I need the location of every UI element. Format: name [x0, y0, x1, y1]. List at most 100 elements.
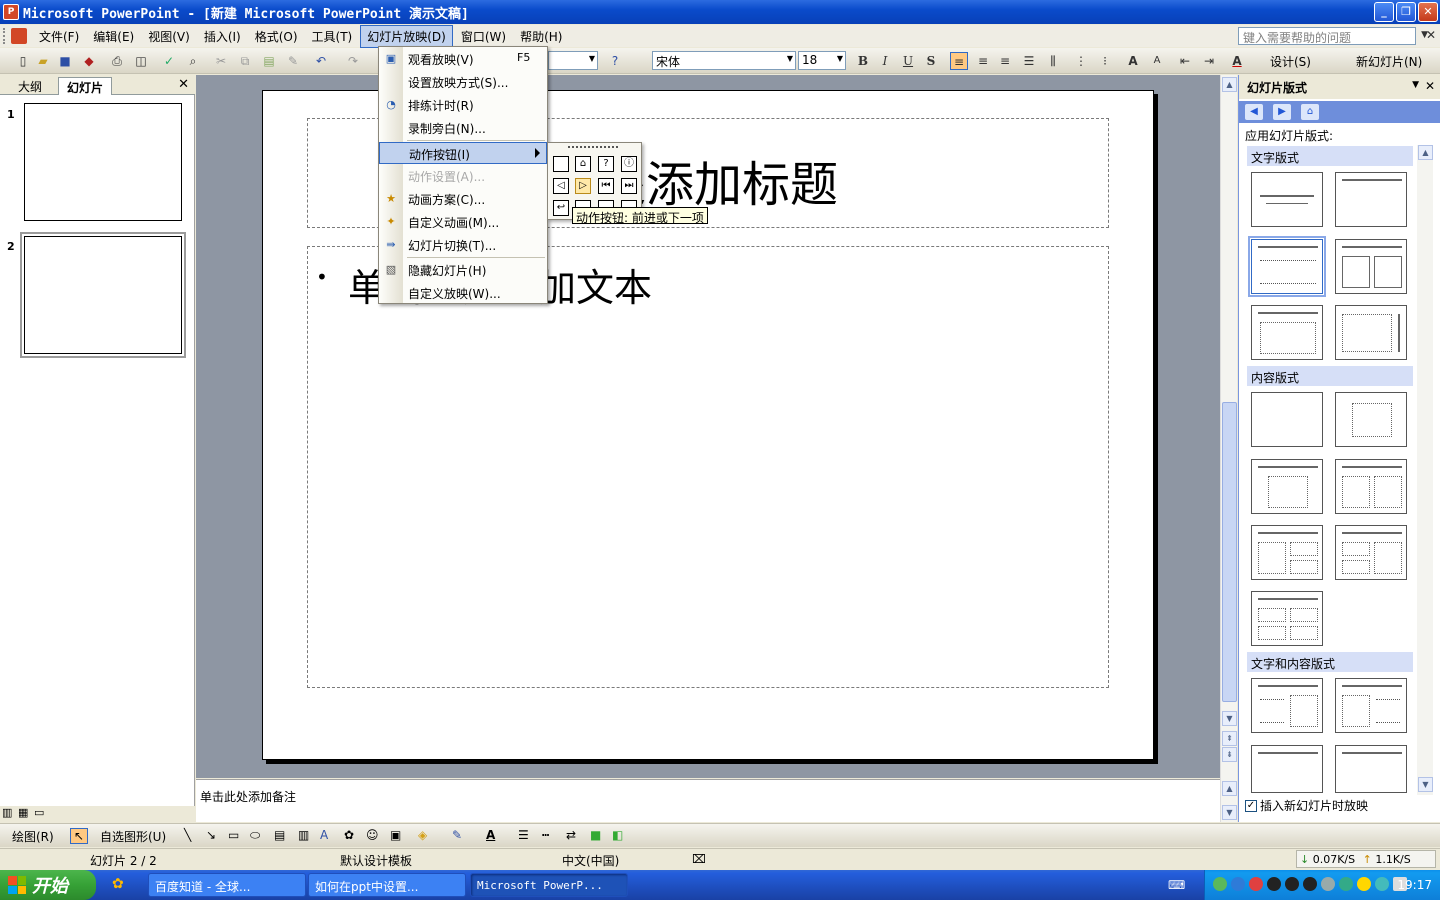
arrow-icon[interactable]: ↘ — [206, 828, 216, 842]
layout-title-only[interactable] — [1335, 172, 1407, 227]
shadow-style-icon[interactable]: ■ — [590, 828, 601, 842]
layout-title-two-content[interactable] — [1335, 459, 1407, 514]
notes-scroll-up-icon[interactable]: ▲ — [1222, 781, 1237, 796]
layout-title-text[interactable] — [1248, 236, 1326, 297]
undo-icon[interactable]: ↶ — [312, 52, 330, 70]
menu-item-hide-slide[interactable]: ▧ 隐藏幻灯片(H) — [379, 259, 547, 280]
menu-view[interactable]: 视图(V) — [142, 26, 196, 47]
layout-two-column-text[interactable] — [1335, 239, 1407, 294]
tab-outline[interactable]: 大纲 — [10, 77, 50, 95]
qq-icon[interactable] — [1285, 877, 1299, 891]
tray-app-icon[interactable] — [1249, 877, 1263, 891]
next-slide-icon[interactable]: ⇟ — [1222, 747, 1237, 762]
layout-title-content-2-content[interactable] — [1251, 525, 1323, 580]
menu-format[interactable]: 格式(O) — [249, 26, 304, 47]
home-icon[interactable]: ⌂ — [1301, 104, 1319, 120]
action-help-icon[interactable]: ? — [598, 156, 614, 172]
minimize-button[interactable]: _ — [1374, 2, 1394, 22]
layout-title-4-content[interactable] — [1251, 591, 1323, 646]
scroll-down-icon[interactable]: ▼ — [1222, 711, 1237, 726]
menu-item-action-settings[interactable]: 动作设置(A)... — [379, 165, 547, 186]
wordart-icon[interactable]: A — [320, 828, 328, 842]
copy-icon[interactable]: ⧉ — [236, 52, 254, 70]
layout-content[interactable] — [1335, 392, 1407, 447]
slide-scrollbar[interactable]: ▲ ▼ ⇞ ⇟ ▲ ▼ — [1220, 75, 1237, 822]
align-left-icon[interactable]: ≡ — [950, 52, 968, 70]
action-back-icon[interactable]: ◁ — [553, 178, 569, 194]
menu-window[interactable]: 窗口(W) — [455, 26, 512, 47]
tray-tool-icon[interactable] — [1321, 877, 1335, 891]
scroll-up-icon[interactable]: ▲ — [1222, 77, 1237, 92]
qq-icon[interactable] — [1267, 877, 1281, 891]
action-custom-icon[interactable] — [553, 156, 569, 172]
draw-menu-button[interactable]: 绘图(R) — [12, 828, 54, 845]
restore-button[interactable]: ❐ — [1396, 2, 1416, 22]
print-preview-icon[interactable]: ◫ — [132, 52, 150, 70]
layout-title-2-content-content[interactable] — [1335, 525, 1407, 580]
help-search-input[interactable]: 键入需要帮助的问题 — [1238, 27, 1416, 45]
qq-icon[interactable] — [1303, 877, 1317, 891]
layout-title-text-content[interactable] — [1251, 678, 1323, 733]
layout-title-slide[interactable] — [1251, 172, 1323, 227]
layout-vertical-title-text[interactable] — [1335, 305, 1407, 360]
italic-button[interactable]: I — [876, 52, 894, 70]
task-pane-menu-icon[interactable]: ▼ — [1412, 80, 1419, 90]
spelling-status-icon[interactable]: ⌧ — [692, 852, 706, 866]
action-end-icon[interactable]: ⏭ — [621, 178, 637, 194]
menu-item-custom-shows[interactable]: 自定义放映(W)... — [379, 282, 547, 303]
layout-vertical-text[interactable] — [1251, 305, 1323, 360]
zoom-combo[interactable]: ▼ — [548, 51, 598, 70]
task-scroll-down-icon[interactable]: ▼ — [1418, 777, 1433, 792]
paste-icon[interactable]: ▤ — [260, 52, 278, 70]
normal-view-icon[interactable]: ▥ — [2, 806, 12, 819]
layout-title-content-text[interactable] — [1335, 678, 1407, 733]
menu-item-action-buttons[interactable]: 动作按钮(I) — [379, 142, 547, 164]
menu-item-rehearse-timings[interactable]: ◔ 排练计时(R) — [379, 94, 547, 115]
help-icon[interactable]: ? — [606, 52, 624, 70]
task-pane-scrollbar[interactable]: ▲ ▼ — [1417, 145, 1433, 795]
open-icon[interactable]: ▰ — [34, 52, 52, 70]
show-on-insert-checkbox[interactable]: ✓ — [1245, 799, 1257, 812]
spelling-icon[interactable]: ✓ — [160, 52, 178, 70]
show-on-insert-option[interactable]: ✓ 插入新幻灯片时放映 — [1245, 797, 1368, 814]
numbering-icon[interactable]: ⋮ — [1072, 52, 1090, 70]
action-information-icon[interactable]: ⓘ — [621, 156, 637, 172]
dash-style-icon[interactable]: ┅ — [542, 828, 549, 842]
layout-title-2-content-text[interactable] — [1335, 745, 1407, 793]
taskbar-item-baidu[interactable]: 百度知道 - 全球... — [148, 873, 306, 897]
taskbar-item-powerpoint[interactable]: Microsoft PowerP... — [470, 873, 628, 897]
menu-grip[interactable] — [3, 28, 7, 44]
bullets-icon[interactable]: ⁝ — [1096, 52, 1114, 70]
menu-item-animation-schemes[interactable]: ★ 动画方案(C)... — [379, 188, 547, 209]
notes-pane[interactable]: 单击此处添加备注 — [196, 779, 1220, 822]
panel-close-icon[interactable]: ✕ — [178, 77, 189, 92]
font-name-combo[interactable]: 宋体 ▼ — [652, 51, 796, 70]
layout-title-content[interactable] — [1251, 459, 1323, 514]
font-color-icon[interactable]: A — [1228, 52, 1246, 70]
task-pane-close-icon[interactable]: ✕ — [1425, 79, 1435, 93]
menu-item-setup-show[interactable]: 设置放映方式(S)... — [379, 71, 547, 92]
tab-slides[interactable]: 幻灯片 — [58, 77, 113, 95]
draw-font-color-icon[interactable]: A — [486, 828, 495, 842]
line-icon[interactable]: ╲ — [184, 828, 191, 842]
slide-thumbnail-1[interactable] — [24, 103, 182, 221]
shadow-button[interactable]: S — [922, 52, 940, 70]
select-pointer-icon[interactable]: ↖ — [70, 828, 88, 844]
network-icon[interactable] — [1375, 877, 1389, 891]
cut-icon[interactable]: ✂ — [212, 52, 230, 70]
design-button[interactable]: 设计(S) — [1270, 53, 1311, 70]
tray-browser-icon[interactable] — [1231, 877, 1245, 891]
menu-slideshow[interactable]: 幻灯片放映(D) — [360, 24, 453, 48]
notes-scroll-down-icon[interactable]: ▼ — [1222, 805, 1237, 820]
slideshow-view-icon[interactable]: ▭ — [34, 806, 44, 819]
start-button[interactable]: 开始 — [0, 870, 96, 900]
scroll-thumb[interactable] — [1222, 402, 1237, 702]
quick-launch-icon[interactable]: ✿ — [112, 876, 124, 892]
increase-indent-icon[interactable]: ⇥ — [1200, 52, 1218, 70]
slide-thumbnail-2[interactable] — [20, 232, 186, 358]
body-placeholder[interactable]: • 单击此处添加文本 — [307, 246, 1109, 688]
menu-item-view-show[interactable]: ▣ 观看放映(V) F5 — [379, 48, 547, 69]
layout-title-text-2-content[interactable] — [1251, 745, 1323, 793]
previous-slide-icon[interactable]: ⇞ — [1222, 731, 1237, 746]
new-icon[interactable]: ▯ — [14, 52, 32, 70]
